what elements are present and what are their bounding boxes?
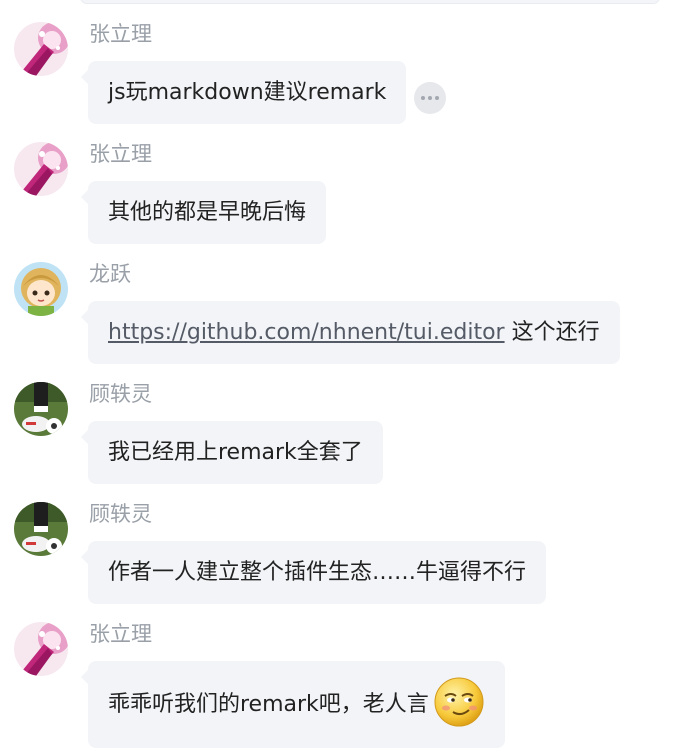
avatar[interactable]	[14, 382, 68, 436]
message-bubble: 作者一人建立整个插件生态……牛逼得不行	[80, 541, 547, 604]
more-horizontal-icon-dot	[435, 96, 439, 100]
message-link[interactable]: https://github.com/nhnent/tui.editor	[108, 320, 505, 345]
more-options-button[interactable]	[414, 82, 446, 114]
sender-name: 张立理	[89, 142, 152, 166]
sender-name: 顾轶灵	[89, 502, 152, 526]
avatar[interactable]	[14, 142, 68, 196]
message-text: 其他的都是早晚后悔	[108, 200, 307, 225]
message-bubble: https://github.com/nhnent/tui.editor 这个还…	[81, 301, 620, 364]
sender-name: 张立理	[89, 22, 152, 46]
message-bubble: js玩markdown建议remark	[80, 61, 407, 124]
avatar[interactable]	[14, 262, 68, 316]
previous-message-bubble-edge	[80, 0, 660, 4]
more-horizontal-icon	[421, 96, 425, 100]
message-bubble: 其他的都是早晚后悔	[80, 181, 327, 244]
smirk-emoji-icon	[433, 676, 485, 728]
sender-name: 龙跃	[89, 262, 131, 286]
message-text: js玩markdown建议remark	[108, 80, 387, 105]
sender-name: 张立理	[89, 622, 152, 646]
message-text: 乖乖听我们的remark吧，老人言	[108, 692, 429, 717]
avatar[interactable]	[14, 22, 68, 76]
avatar[interactable]	[14, 622, 68, 676]
sender-name: 顾轶灵	[89, 382, 152, 406]
more-horizontal-icon-dot	[428, 96, 432, 100]
message-bubble: 我已经用上remark全套了	[81, 421, 383, 484]
avatar[interactable]	[14, 502, 68, 556]
message-text: 我已经用上remark全套了	[108, 440, 363, 465]
message-bubble: 乖乖听我们的remark吧，老人言	[81, 661, 505, 748]
message-text: 作者一人建立整个插件生态……牛逼得不行	[108, 560, 527, 585]
message-text: 这个还行	[504, 320, 600, 345]
